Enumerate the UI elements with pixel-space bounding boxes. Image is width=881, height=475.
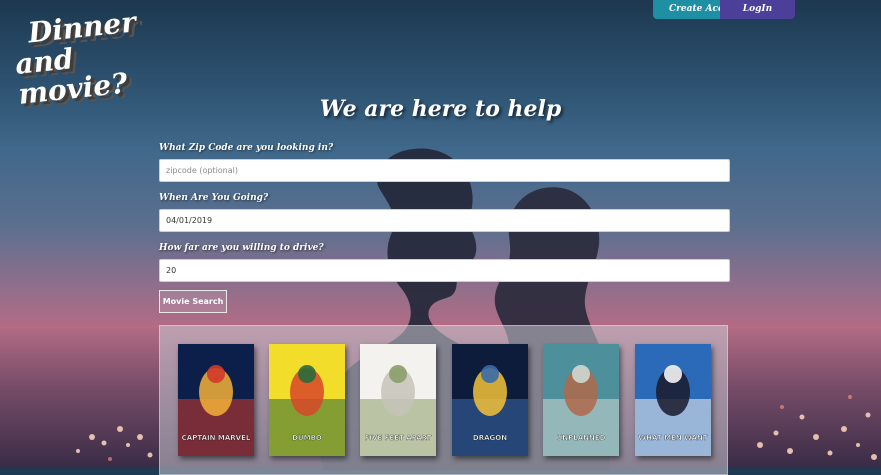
movie-poster-art: UNPLANNED bbox=[543, 344, 619, 456]
movie-poster-art: DRAGON bbox=[452, 344, 528, 456]
account-button-group: Create Account LogIn bbox=[653, 0, 795, 19]
site-logo[interactable]: Dinner and movie? bbox=[9, 4, 176, 110]
movie-poster-art: DUMBO bbox=[269, 344, 345, 456]
movie-poster-art: CAPTAIN MARVEL bbox=[178, 344, 254, 456]
zipcode-input[interactable] bbox=[159, 159, 730, 182]
movie-search-button[interactable]: Movie Search bbox=[159, 290, 227, 313]
movie-poster[interactable]: CAPTAIN MARVEL bbox=[178, 344, 254, 456]
movie-poster-caption: DRAGON bbox=[473, 434, 507, 442]
movie-poster-art: WHAT MEN WANT bbox=[635, 344, 711, 456]
movie-poster[interactable]: WHAT MEN WANT bbox=[635, 344, 711, 456]
movie-poster[interactable]: FIVE FEET APART bbox=[360, 344, 436, 456]
distance-label: How far are you willing to drive? bbox=[159, 243, 324, 253]
zipcode-label: What Zip Code are you looking in? bbox=[159, 143, 334, 153]
movie-poster-caption: WHAT MEN WANT bbox=[638, 434, 707, 442]
movie-results-panel: CAPTAIN MARVEL DUMBO FIVE FEET APART DRA… bbox=[159, 325, 728, 475]
movie-search-form: What Zip Code are you looking in? When A… bbox=[159, 142, 730, 313]
movie-poster[interactable]: DUMBO bbox=[269, 344, 345, 456]
movie-poster[interactable]: UNPLANNED bbox=[543, 344, 619, 456]
page-title: We are here to help bbox=[319, 96, 562, 122]
date-input[interactable] bbox=[159, 209, 730, 232]
movie-poster[interactable]: DRAGON bbox=[452, 344, 528, 456]
movie-poster-art: FIVE FEET APART bbox=[360, 344, 436, 456]
movie-poster-caption: CAPTAIN MARVEL bbox=[182, 434, 251, 442]
login-button[interactable]: LogIn bbox=[720, 0, 795, 19]
movie-poster-caption: UNPLANNED bbox=[557, 434, 606, 442]
create-account-button[interactable]: Create Account bbox=[653, 0, 720, 19]
date-label: When Are You Going? bbox=[159, 193, 269, 203]
movie-poster-caption: FIVE FEET APART bbox=[365, 434, 432, 442]
movie-poster-caption: DUMBO bbox=[292, 434, 322, 442]
distance-input[interactable] bbox=[159, 259, 730, 282]
